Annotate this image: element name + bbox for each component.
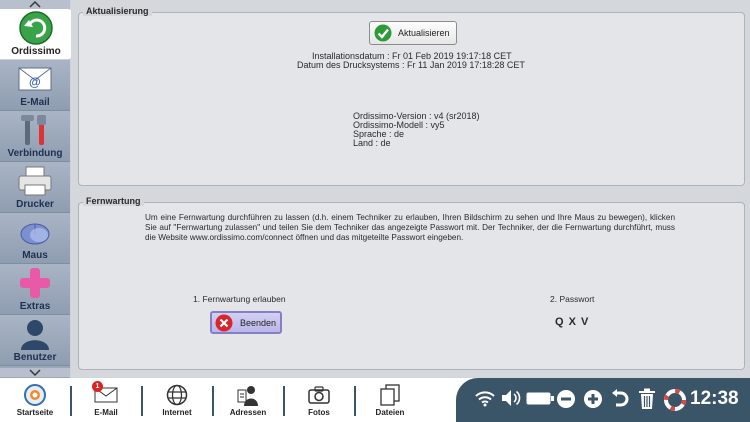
taskbar-item-internet[interactable]: Internet — [142, 378, 212, 422]
svg-text:@: @ — [29, 75, 41, 89]
sidebar-item-label: Ordissimo — [11, 46, 61, 57]
taskbar: Startseite 1 E-Mail Internet Adressen Fo… — [0, 378, 750, 422]
chevron-down-icon — [29, 369, 41, 376]
taskbar-item-dateien[interactable]: Dateien — [355, 378, 425, 422]
sidebar-item-ordissimo[interactable]: Ordissimo — [0, 9, 72, 60]
sidebar-item-email[interactable]: @ E-Mail — [0, 60, 70, 111]
sidebar-item-drucker[interactable]: Drucker — [0, 162, 70, 213]
print-system-date: Datum des Drucksystems : Fr 11 Jan 2019 … — [297, 60, 525, 70]
update-panel-title: Aktualisierung — [83, 6, 152, 16]
taskbar-label: Startseite — [16, 408, 54, 417]
taskbar-item-email[interactable]: 1 E-Mail — [71, 378, 141, 422]
sidebar-scroll-up[interactable] — [0, 0, 70, 9]
taskbar-label: Fotos — [308, 408, 330, 417]
home-logo-icon — [21, 382, 49, 408]
taskbar-label: Adressen — [229, 408, 267, 417]
update-panel: Aktualisierung Aktualisieren Installatio… — [78, 6, 745, 186]
sidebar-item-verbindung[interactable]: Verbindung — [0, 111, 70, 162]
taskbar-item-startseite[interactable]: Startseite — [0, 378, 70, 422]
taskbar-label: Dateien — [375, 408, 405, 417]
sidebar-item-extras[interactable]: Extras — [0, 264, 70, 315]
password-label: 2. Passwort — [550, 294, 595, 304]
remote-maintenance-panel: Fernwartung Um eine Fernwartung durchfüh… — [78, 196, 745, 370]
password-value: Q X V — [555, 316, 590, 328]
taskbar-item-fotos[interactable]: Fotos — [284, 378, 354, 422]
sidebar-item-label: Drucker — [16, 199, 54, 210]
remote-panel-title: Fernwartung — [83, 196, 144, 206]
country: Land : de — [353, 138, 391, 148]
sidebar-item-label: Verbindung — [7, 148, 63, 159]
trash-icon[interactable] — [638, 388, 656, 410]
plus-icon — [16, 265, 54, 301]
email-badge: 1 — [92, 381, 103, 392]
contacts-icon — [234, 382, 262, 408]
update-button-label: Aktualisieren — [398, 28, 450, 38]
undo-icon[interactable] — [611, 389, 629, 409]
taskbar-label: E-Mail — [94, 408, 118, 417]
tools-icon — [16, 112, 54, 148]
email-icon: @ — [16, 61, 54, 97]
volume-icon[interactable] — [501, 389, 521, 407]
camera-icon — [305, 382, 333, 408]
remote-description: Um eine Fernwartung durchführen zu lasse… — [145, 213, 675, 242]
sidebar: Ordissimo @ E-Mail Verbindung Drucker Ma… — [0, 0, 72, 378]
globe-icon — [163, 382, 191, 408]
sidebar-item-label: Maus — [22, 250, 48, 261]
sidebar-item-label: Extras — [19, 301, 51, 312]
wifi-icon[interactable] — [475, 389, 495, 407]
sidebar-scroll-down[interactable] — [0, 368, 70, 377]
email-icon: 1 — [92, 381, 120, 408]
taskbar-item-adressen[interactable]: Adressen — [213, 378, 283, 422]
sidebar-item-benutzer[interactable]: Benutzer — [0, 315, 70, 366]
taskbar-label: Internet — [162, 408, 192, 417]
end-remote-button-label: Beenden — [240, 317, 277, 328]
sidebar-item-label: Benutzer — [13, 352, 57, 363]
main-content: Aktualisierung Aktualisieren Installatio… — [71, 0, 750, 378]
files-icon — [376, 382, 404, 408]
zoom-in-icon[interactable] — [583, 389, 603, 409]
sidebar-item-maus[interactable]: Maus — [0, 213, 70, 264]
zoom-out-icon[interactable] — [556, 389, 576, 409]
user-icon — [16, 316, 54, 352]
check-icon — [374, 24, 392, 42]
clock: 12:38 — [690, 388, 739, 409]
update-button[interactable]: Aktualisieren — [369, 21, 457, 45]
allow-remote-label: 1. Fernwartung erlauben — [193, 294, 286, 304]
back-arrow-icon — [17, 10, 55, 46]
chevron-up-icon — [29, 1, 41, 8]
mouse-icon — [16, 214, 54, 250]
close-icon — [215, 314, 233, 331]
end-remote-button[interactable]: Beenden — [210, 311, 282, 334]
printer-icon — [16, 163, 54, 199]
battery-icon — [526, 392, 554, 405]
sidebar-item-label: E-Mail — [20, 97, 50, 108]
help-lifebuoy-icon[interactable] — [664, 389, 686, 411]
